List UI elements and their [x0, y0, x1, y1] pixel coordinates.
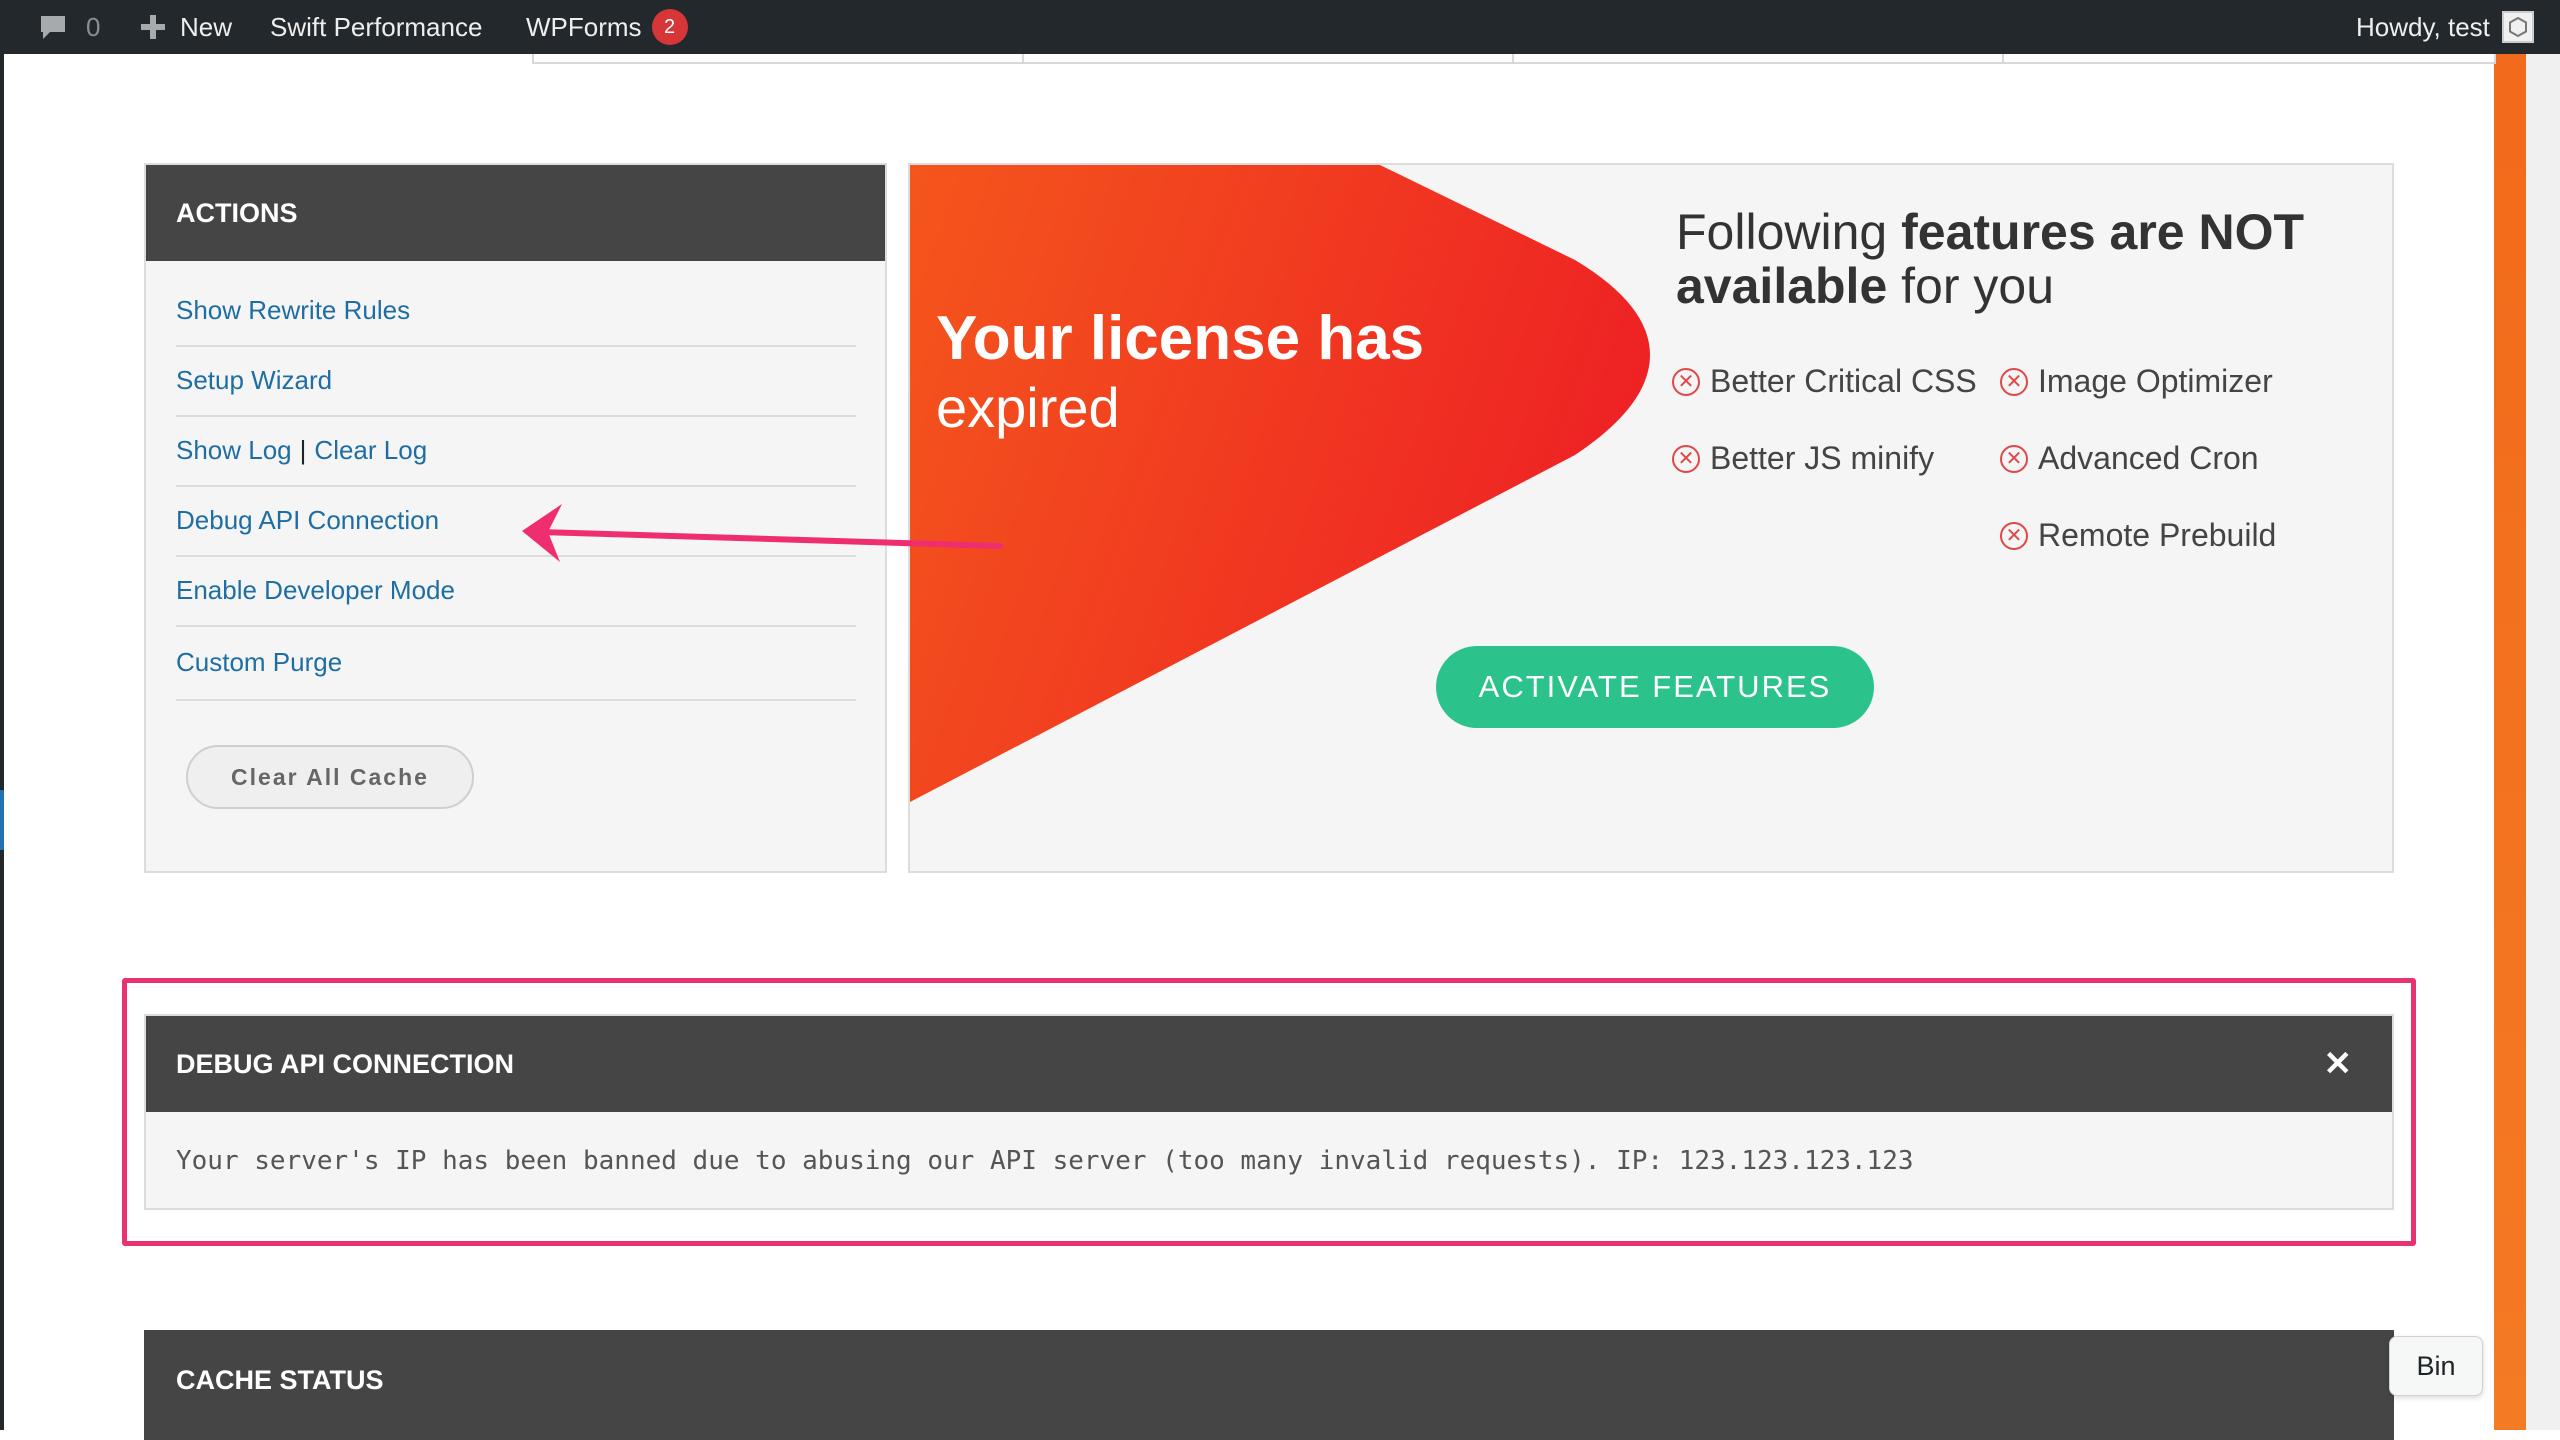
feature-label: Advanced Cron [2038, 440, 2259, 476]
window-edge [2526, 54, 2560, 1430]
custom-purge-link[interactable]: Custom Purge [176, 647, 342, 678]
log-separator: | [299, 434, 307, 465]
annotation-arrow-icon [522, 504, 1003, 562]
show-rewrite-rules-link[interactable]: Show Rewrite Rules [176, 295, 410, 326]
tab-edge [532, 54, 1024, 64]
wpforms-label: WPForms [526, 11, 642, 42]
new-content-menu[interactable]: New [138, 0, 232, 54]
orange-side-strip [2494, 54, 2526, 1430]
setup-wizard-link[interactable]: Setup Wizard [176, 365, 332, 396]
debug-api-panel: DEBUG API CONNECTION ✕ Your server's IP … [144, 1014, 2394, 1210]
cache-status-panel: CACHE STATUS [144, 1330, 2394, 1440]
action-show-rewrite-rules: Show Rewrite Rules [176, 275, 856, 347]
heading-part1: Following [1676, 204, 1902, 260]
unavailable-icon: ✕ [2000, 444, 2028, 473]
feature-label: Better Critical CSS [1710, 363, 1977, 399]
heading-part2: for you [1887, 258, 2055, 314]
unavailable-icon: ✕ [2000, 521, 2028, 550]
avatar-icon [2508, 16, 2527, 38]
license-panel: Your license has expired Following featu… [908, 163, 2394, 873]
new-label: New [180, 11, 233, 42]
feature-item: ✕ Better Critical CSS [1672, 363, 1977, 400]
unavailable-icon: ✕ [1672, 367, 1700, 396]
features-heading: Following features are NOT available for… [1676, 205, 2376, 313]
notification-badge: 2 [651, 9, 688, 45]
account-menu[interactable]: Howdy, test [2356, 0, 2534, 54]
feature-label: Better JS minify [1710, 440, 1935, 476]
action-setup-wizard: Setup Wizard [176, 345, 856, 417]
close-icon[interactable]: ✕ [2324, 1016, 2353, 1112]
feature-label: Remote Prebuild [2038, 517, 2277, 553]
unavailable-icon: ✕ [1672, 444, 1700, 473]
tab-edge [1512, 54, 2004, 64]
swift-performance-menu[interactable]: Swift Performance [270, 0, 482, 54]
feature-item: ✕ Better JS minify [1672, 440, 1934, 477]
debug-api-connection-link[interactable]: Debug API Connection [176, 505, 439, 536]
comments-count: 0 [86, 11, 101, 42]
activate-features-button[interactable]: ACTIVATE FEATURES [1436, 646, 1874, 728]
comment-icon [41, 16, 65, 39]
wpforms-menu[interactable]: WPForms 2 [526, 0, 688, 54]
comments-link[interactable]: 0 [38, 0, 100, 54]
greeting-text: Howdy, test [2356, 11, 2490, 42]
admin-menu-edge [0, 54, 4, 1430]
license-title: Your license has [936, 304, 1425, 373]
enable-developer-mode-link[interactable]: Enable Developer Mode [176, 575, 455, 606]
debug-api-header: DEBUG API CONNECTION [146, 1016, 2392, 1112]
unavailable-icon: ✕ [2000, 367, 2028, 396]
clear-all-cache-button[interactable]: Clear All Cache [186, 745, 474, 809]
admin-bar: 0 New Swift Performance WPForms 2 Howdy,… [0, 0, 2560, 54]
debug-api-title: DEBUG API CONNECTION [176, 1048, 515, 1079]
action-custom-purge: Custom Purge [176, 625, 856, 701]
action-log: Show Log | Clear Log [176, 415, 856, 487]
swift-performance-label: Swift Performance [270, 11, 483, 42]
actions-header: ACTIONS [146, 165, 885, 261]
feature-item: ✕ Advanced Cron [2000, 440, 2259, 477]
show-log-link[interactable]: Show Log [176, 435, 292, 466]
admin-menu-active-marker [0, 790, 4, 850]
license-subtitle: expired [936, 376, 1120, 439]
tab-edge [1022, 54, 1514, 64]
cache-status-header: CACHE STATUS [146, 1332, 2392, 1428]
clear-log-link[interactable]: Clear Log [314, 435, 427, 466]
debug-message: Your server's IP has been banned due to … [176, 1146, 1914, 1176]
plus-icon [141, 15, 165, 39]
avatar [2501, 11, 2534, 43]
bin-tooltip: Bin [2389, 1336, 2483, 1396]
feature-item: ✕ Image Optimizer [2000, 363, 2273, 400]
tab-edge [2002, 54, 2496, 64]
feature-item: ✕ Remote Prebuild [2000, 517, 2276, 554]
feature-label: Image Optimizer [2038, 363, 2273, 399]
